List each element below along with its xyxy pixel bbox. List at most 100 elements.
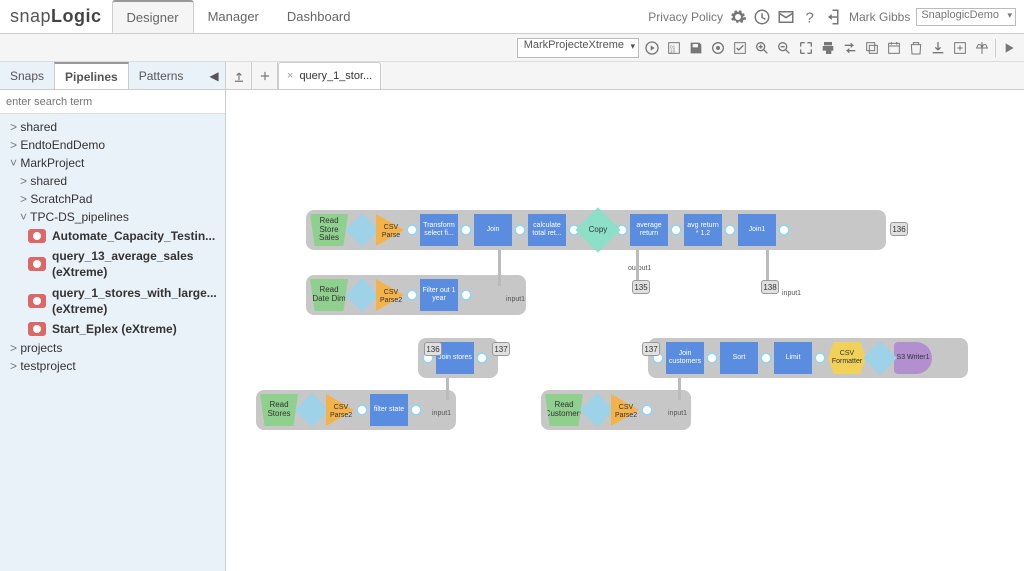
port (724, 224, 736, 236)
trash-icon[interactable] (907, 39, 925, 57)
upload-icon[interactable] (226, 62, 252, 89)
project-selector[interactable]: MarkProjecteXtreme (517, 38, 639, 58)
tree-markproject[interactable]: MarkProject (0, 154, 225, 172)
snap-avg-return[interactable]: average return (630, 214, 668, 246)
nav-manager[interactable]: Manager (194, 0, 273, 33)
snap-join-cust[interactable]: Join customers (666, 342, 704, 374)
tab-collapse-icon[interactable]: ◀ (203, 62, 225, 89)
port (706, 352, 718, 364)
tab-snaps[interactable]: Snaps (0, 62, 54, 89)
nav-designer[interactable]: Designer (112, 0, 194, 33)
snap-csv-formatter[interactable]: CSV Formatter (828, 342, 866, 374)
label-input1-a: input1 (506, 296, 525, 303)
badge-136: 136 (890, 222, 908, 236)
history-icon[interactable] (753, 8, 771, 26)
gear-icon[interactable] (729, 8, 747, 26)
binary-icon[interactable]: 0110 (665, 39, 683, 57)
snap-read-store-sales[interactable]: Read Store Sales (310, 214, 348, 246)
export-icon[interactable] (951, 39, 969, 57)
snap-read-date[interactable]: Read Date Dim (310, 279, 348, 311)
canvas[interactable]: Read Store Sales CSV Parse Transform sel… (226, 90, 1024, 571)
canvas-area: × query_1_stor... Read Store Sales CSV P… (226, 62, 1024, 571)
port (814, 352, 826, 364)
snap-csv-parse2c[interactable]: CSV Parse2 (611, 394, 639, 426)
main: Snaps Pipelines Patterns ◀ shared EndtoE… (0, 62, 1024, 571)
tree-mp-shared[interactable]: shared (0, 172, 225, 190)
port (670, 224, 682, 236)
svg-text:10: 10 (670, 48, 676, 53)
zoom-in-icon[interactable] (753, 39, 771, 57)
swap-icon[interactable] (841, 39, 859, 57)
snap-avg12[interactable]: avg return * 1.2 (684, 214, 722, 246)
pipeline-q13[interactable]: query_13_average_sales (eXtreme) (0, 246, 225, 282)
fit-icon[interactable] (797, 39, 815, 57)
org-dropdown[interactable]: SnaplogicDemo (916, 8, 1016, 26)
tree-projects[interactable]: projects (0, 339, 225, 357)
tree-tpcds[interactable]: TPC-DS_pipelines (0, 208, 225, 226)
badge-136b: 136 (424, 342, 442, 356)
tree: shared EndtoEndDemo MarkProject shared S… (0, 114, 225, 571)
save-icon[interactable] (687, 39, 705, 57)
search-input[interactable] (0, 90, 225, 114)
check-icon[interactable] (731, 39, 749, 57)
print-icon[interactable] (819, 39, 837, 57)
pipeline-q1[interactable]: query_1_stores_with_large... (eXtreme) (0, 283, 225, 319)
run-icon[interactable] (643, 39, 661, 57)
snap-copy[interactable]: Copy (575, 207, 620, 252)
snap-calc[interactable]: calculate total ret... (528, 214, 566, 246)
snap-join[interactable]: Join (474, 214, 512, 246)
snap-read-customers[interactable]: Read Customers (545, 394, 583, 426)
port (778, 224, 790, 236)
toolbar: MarkProjecteXtreme 0110 (0, 34, 1024, 62)
snap-filter-year[interactable]: Filter out 1 year (420, 279, 458, 311)
snap-csv-parse2b[interactable]: CSV Parse2 (326, 394, 354, 426)
snap-read-stores[interactable]: Read Stores (260, 394, 298, 426)
add-icon[interactable] (252, 62, 278, 89)
logout-icon[interactable] (825, 8, 843, 26)
privacy-link[interactable]: Privacy Policy (648, 10, 723, 24)
pipeline-row-3r: Join customers Sort Limit CSV Formatter … (648, 338, 968, 378)
snap-s3-writer[interactable]: S3 Writer1 (894, 342, 932, 374)
play-icon[interactable] (1000, 39, 1018, 57)
tree-shared[interactable]: shared (0, 118, 225, 136)
pipeline-start[interactable]: Start_Eplex (eXtreme) (0, 319, 225, 339)
snap-csv-parse[interactable]: CSV Parse (376, 214, 404, 246)
header-right: Privacy Policy ? Mark Gibbs SnaplogicDem… (648, 0, 1024, 33)
snap-limit[interactable]: Limit (774, 342, 812, 374)
zoom-out-icon[interactable] (775, 39, 793, 57)
tree-endtoend[interactable]: EndtoEndDemo (0, 136, 225, 154)
settings-icon[interactable] (709, 39, 727, 57)
badge-137a: 137 (492, 342, 510, 356)
pipeline-row-4l: Read Stores CSV Parse2 filter state (256, 390, 456, 430)
diamond-connector (345, 213, 379, 247)
tree-scratchpad[interactable]: ScratchPad (0, 190, 225, 208)
snap-filter-state[interactable]: filter state (370, 394, 408, 426)
mail-icon[interactable] (777, 8, 795, 26)
pipeline-row-1: Read Store Sales CSV Parse Transform sel… (306, 210, 886, 250)
sidebar: Snaps Pipelines Patterns ◀ shared EndtoE… (0, 62, 226, 571)
tab-patterns[interactable]: Patterns (129, 62, 194, 89)
pipeline-automate[interactable]: Automate_Capacity_Testin... (0, 226, 225, 246)
port (406, 224, 418, 236)
brand-part1: snap (10, 6, 51, 27)
pipeline-row-2: Read Date Dim CSV Parse2 Filter out 1 ye… (306, 275, 526, 315)
nav-dashboard[interactable]: Dashboard (273, 0, 365, 33)
calendar-icon[interactable] (885, 39, 903, 57)
badge-135: 135 (632, 280, 650, 294)
help-icon[interactable]: ? (801, 8, 819, 26)
port (514, 224, 526, 236)
close-icon[interactable]: × (287, 70, 293, 82)
badge-138: 138 (761, 280, 779, 294)
label-input1-d: input1 (668, 410, 687, 417)
pipeline-tab-label: query_1_stor... (299, 70, 372, 82)
snap-transform[interactable]: Transform select fi... (420, 214, 458, 246)
snap-join1[interactable]: Join1 (738, 214, 776, 246)
tree-testproject[interactable]: testproject (0, 357, 225, 375)
tab-pipelines[interactable]: Pipelines (54, 62, 129, 89)
snap-csv-parse2a[interactable]: CSV Parse2 (376, 279, 404, 311)
compare-icon[interactable] (973, 39, 991, 57)
snap-sort[interactable]: Sort (720, 342, 758, 374)
pipeline-tab[interactable]: × query_1_stor... (278, 62, 381, 89)
copy-icon[interactable] (863, 39, 881, 57)
download-icon[interactable] (929, 39, 947, 57)
